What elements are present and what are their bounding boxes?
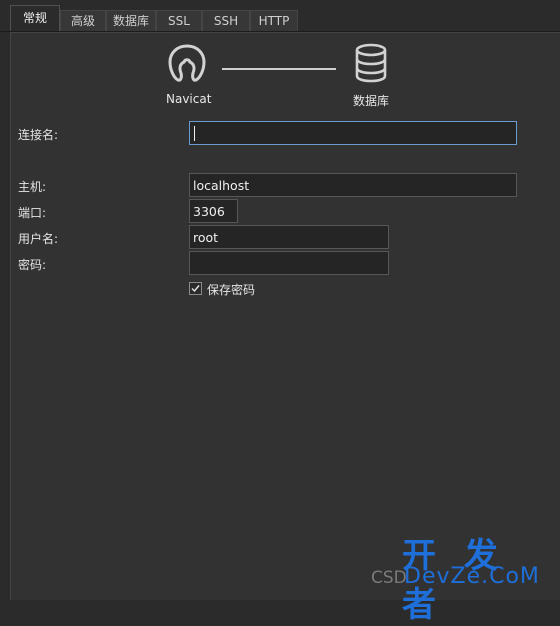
password-label: 密码: <box>18 258 47 272</box>
save-password-label[interactable]: 保存密码 <box>207 281 255 298</box>
tab-bar: 常规 高级 数据库 SSL SSH HTTP <box>0 0 560 32</box>
password-input[interactable] <box>189 251 389 275</box>
connection-name-label: 连接名: <box>18 128 59 142</box>
connection-line <box>222 68 336 70</box>
database-caption: 数据库 <box>353 94 390 108</box>
port-label: 端口: <box>18 206 47 220</box>
port-input[interactable] <box>189 199 238 223</box>
host-label: 主机: <box>18 180 47 194</box>
username-input[interactable] <box>189 225 389 249</box>
text-caret <box>194 126 195 141</box>
tab-general[interactable]: 常规 <box>10 5 60 32</box>
tab-ssl[interactable]: SSL <box>156 10 202 31</box>
devze-watermark-domain: DevZe.CoM <box>404 564 540 589</box>
tab-http[interactable]: HTTP <box>250 10 298 31</box>
host-input[interactable] <box>189 173 517 197</box>
tab-ssh[interactable]: SSH <box>202 10 250 31</box>
username-label: 用户名: <box>18 232 59 246</box>
general-panel <box>10 32 560 600</box>
connection-name-input[interactable] <box>189 121 517 145</box>
tab-advanced[interactable]: 高级 <box>60 10 106 31</box>
checkmark-icon <box>191 285 200 293</box>
database-icon <box>355 43 387 83</box>
save-password-checkbox[interactable] <box>189 282 202 295</box>
tab-databases[interactable]: 数据库 <box>106 10 156 31</box>
navicat-icon <box>168 44 206 82</box>
navicat-caption: Navicat <box>166 92 212 106</box>
